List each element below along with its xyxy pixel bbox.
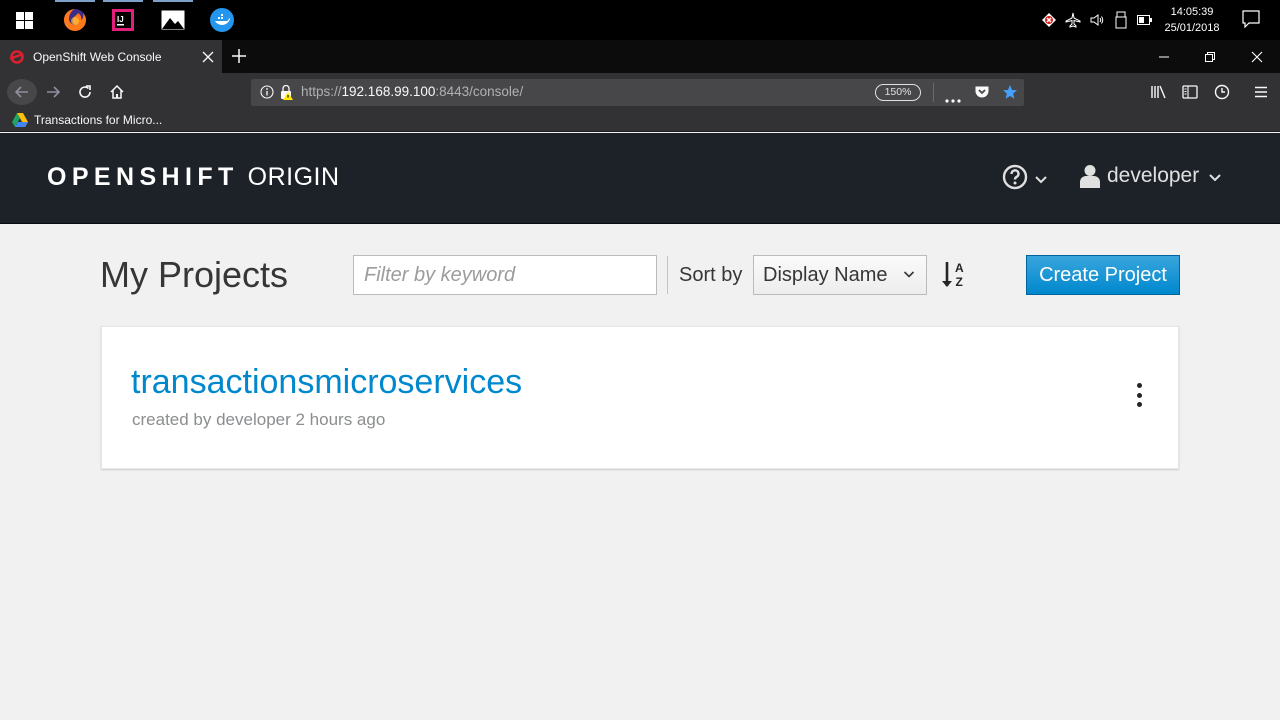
project-actions-kebab-icon[interactable] (1132, 383, 1146, 407)
docker-taskbar-icon[interactable] (198, 0, 246, 40)
project-name-link[interactable]: transactionsmicroservices (131, 363, 522, 402)
close-tab-icon[interactable] (202, 50, 214, 68)
sort-field-value: Display Name (763, 263, 888, 286)
help-question-icon (1002, 164, 1028, 190)
sort-field-dropdown[interactable]: Display Name (753, 255, 927, 295)
bookmarks-toolbar: Transactions for Micro... (0, 111, 1280, 132)
battery-icon[interactable] (1136, 0, 1154, 40)
url-prefix: https:// (301, 84, 342, 99)
tab-openshift-console[interactable]: OpenShift Web Console (0, 40, 222, 73)
sort-alpha-asc-icon: A Z (942, 261, 964, 289)
page-actions-ellipsis-icon[interactable] (945, 90, 961, 108)
url-bar-divider (933, 83, 934, 102)
svg-text:A: A (955, 261, 964, 275)
chevron-down-icon (903, 271, 915, 278)
forward-button[interactable] (39, 79, 67, 105)
restore-window-icon[interactable] (1187, 40, 1233, 73)
volume-icon[interactable] (1088, 0, 1106, 40)
browser-tab-strip: OpenShift Web Console (0, 40, 1280, 73)
toolbar-divider (667, 256, 668, 294)
airplane-mode-icon[interactable] (1063, 0, 1083, 40)
bookmark-star-icon[interactable] (1002, 84, 1018, 105)
username: developer (1107, 164, 1200, 187)
brand-name: OPENSHIFT (47, 163, 239, 191)
menu-hamburger-icon[interactable] (1247, 79, 1275, 105)
bookmark-transactions[interactable]: Transactions for Micro... (12, 113, 162, 127)
project-meta: created by developer 2 hours ago (132, 410, 386, 429)
chevron-down-icon (1209, 174, 1221, 182)
new-tab-button[interactable] (230, 47, 248, 70)
url-host: 192.168.99.100 (341, 84, 436, 99)
openshift-favicon-icon (10, 49, 24, 64)
close-window-icon[interactable] (1234, 40, 1280, 73)
openshift-masthead: OPENSHIFT ORIGIN developer (0, 133, 1280, 224)
filter-keyword-input[interactable] (353, 255, 657, 295)
usb-device-icon[interactable] (1113, 0, 1129, 40)
insecure-lock-icon[interactable] (279, 84, 293, 105)
reload-button[interactable] (71, 79, 99, 105)
sort-direction-button[interactable]: A Z (940, 260, 968, 295)
photos-taskbar-icon[interactable] (149, 0, 197, 40)
svg-text:IJ: IJ (117, 15, 124, 24)
windows-start-icon[interactable] (0, 0, 48, 40)
network-error-icon[interactable] (1040, 0, 1058, 40)
help-menu[interactable] (1002, 164, 1048, 190)
user-menu[interactable]: developer (1080, 164, 1222, 188)
openshift-logo[interactable]: OPENSHIFT ORIGIN (47, 163, 340, 192)
windows-taskbar: IJ 14:05:39 25/01/2018 (0, 0, 1280, 40)
system-clock[interactable]: 14:05:39 25/01/2018 (1160, 4, 1224, 36)
clock-date: 25/01/2018 (1164, 22, 1220, 34)
home-button[interactable] (103, 79, 131, 105)
minimize-window-icon[interactable] (1141, 40, 1187, 73)
intellij-taskbar-icon[interactable]: IJ (99, 0, 147, 40)
chevron-down-icon (1035, 176, 1047, 184)
project-card: transactionsmicroservices created by dev… (101, 326, 1179, 469)
bookmark-label: Transactions for Micro... (34, 113, 163, 127)
url-text: https://192.168.99.100:8443/console/ (301, 84, 523, 99)
sort-by-label: Sort by (679, 264, 743, 286)
brand-edition: ORIGIN (247, 163, 340, 191)
tab-title: OpenShift Web Console (33, 49, 162, 64)
zoom-level-badge[interactable]: 150% (875, 84, 921, 101)
back-button[interactable] (7, 79, 37, 105)
url-path: :8443/console/ (435, 84, 524, 99)
history-button[interactable] (1208, 79, 1236, 105)
user-icon (1080, 165, 1100, 188)
library-button[interactable] (1145, 79, 1173, 105)
firefox-taskbar-icon[interactable] (51, 0, 99, 40)
site-info-icon[interactable] (260, 85, 274, 104)
page-title: My Projects (100, 254, 289, 295)
action-center-icon[interactable] (1242, 10, 1260, 33)
clock-time: 14:05:39 (1170, 6, 1214, 18)
pocket-icon[interactable] (974, 84, 990, 105)
svg-text:Z: Z (956, 275, 963, 289)
url-bar[interactable]: https://192.168.99.100:8443/console/ 150… (251, 79, 1024, 106)
sidebar-toggle-button[interactable] (1176, 79, 1204, 105)
google-drive-icon (12, 113, 28, 127)
create-project-button[interactable]: Create Project (1026, 255, 1180, 295)
